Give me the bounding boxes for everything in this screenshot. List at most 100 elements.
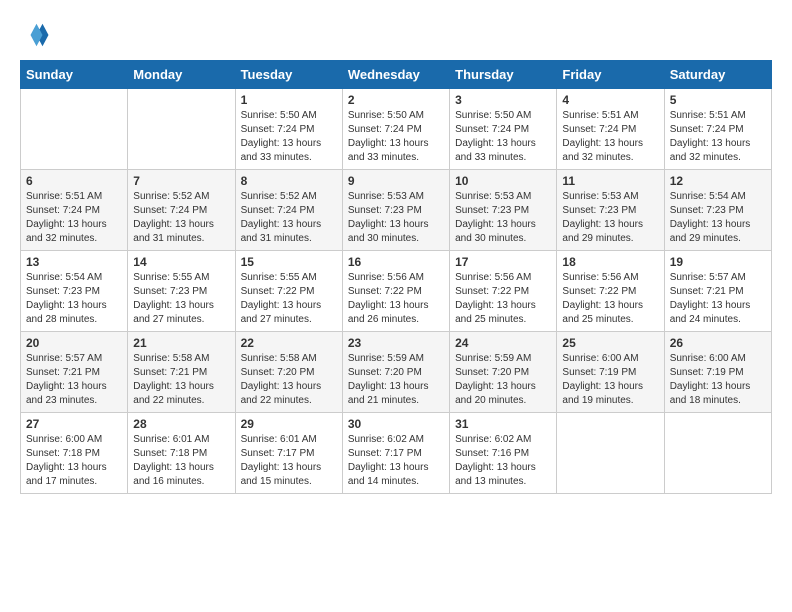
calendar-cell: [557, 413, 664, 494]
calendar-cell: 27 Sunrise: 6:00 AM Sunset: 7:18 PM Dayli…: [21, 413, 128, 494]
day-number: 31: [455, 417, 551, 431]
day-info: Sunrise: 5:50 AM Sunset: 7:24 PM Dayligh…: [455, 109, 551, 165]
weekday-header-wednesday: Wednesday: [342, 61, 449, 89]
calendar-cell: 16 Sunrise: 5:56 AM Sunset: 7:22 PM Dayli…: [342, 251, 449, 332]
weekday-row: SundayMondayTuesdayWednesdayThursdayFrid…: [21, 61, 772, 89]
day-info: Sunrise: 5:54 AM Sunset: 7:23 PM Dayligh…: [26, 271, 122, 327]
weekday-header-thursday: Thursday: [450, 61, 557, 89]
calendar-cell: [21, 89, 128, 170]
day-number: 30: [348, 417, 444, 431]
day-info: Sunrise: 5:55 AM Sunset: 7:23 PM Dayligh…: [133, 271, 229, 327]
day-info: Sunrise: 6:02 AM Sunset: 7:17 PM Dayligh…: [348, 433, 444, 489]
calendar-cell: 24 Sunrise: 5:59 AM Sunset: 7:20 PM Dayli…: [450, 332, 557, 413]
day-info: Sunrise: 5:53 AM Sunset: 7:23 PM Dayligh…: [348, 190, 444, 246]
day-info: Sunrise: 5:50 AM Sunset: 7:24 PM Dayligh…: [348, 109, 444, 165]
calendar-cell: 10 Sunrise: 5:53 AM Sunset: 7:23 PM Dayli…: [450, 170, 557, 251]
day-number: 17: [455, 255, 551, 269]
day-number: 22: [241, 336, 337, 350]
day-number: 25: [562, 336, 658, 350]
calendar-cell: 5 Sunrise: 5:51 AM Sunset: 7:24 PM Daylig…: [664, 89, 771, 170]
calendar-cell: [664, 413, 771, 494]
day-info: Sunrise: 5:59 AM Sunset: 7:20 PM Dayligh…: [455, 352, 551, 408]
day-number: 27: [26, 417, 122, 431]
day-number: 11: [562, 174, 658, 188]
calendar-cell: 25 Sunrise: 6:00 AM Sunset: 7:19 PM Dayli…: [557, 332, 664, 413]
day-info: Sunrise: 5:50 AM Sunset: 7:24 PM Dayligh…: [241, 109, 337, 165]
calendar-cell: 2 Sunrise: 5:50 AM Sunset: 7:24 PM Daylig…: [342, 89, 449, 170]
day-number: 13: [26, 255, 122, 269]
day-number: 24: [455, 336, 551, 350]
calendar-cell: 11Sunrise: 5:53 AM Sunset: 7:23 PM Dayli…: [557, 170, 664, 251]
calendar-cell: 7Sunrise: 5:52 AM Sunset: 7:24 PM Daylig…: [128, 170, 235, 251]
day-number: 8: [241, 174, 337, 188]
day-number: 29: [241, 417, 337, 431]
day-info: Sunrise: 5:51 AM Sunset: 7:24 PM Dayligh…: [670, 109, 766, 165]
day-info: Sunrise: 5:52 AM Sunset: 7:24 PM Dayligh…: [241, 190, 337, 246]
day-info: Sunrise: 5:51 AM Sunset: 7:24 PM Dayligh…: [26, 190, 122, 246]
calendar-week-2: 6 Sunrise: 5:51 AM Sunset: 7:24 PM Daylig…: [21, 170, 772, 251]
day-info: Sunrise: 5:59 AM Sunset: 7:20 PM Dayligh…: [348, 352, 444, 408]
calendar-cell: 1 Sunrise: 5:50 AM Sunset: 7:24 PM Daylig…: [235, 89, 342, 170]
calendar-week-3: 13 Sunrise: 5:54 AM Sunset: 7:23 PM Dayli…: [21, 251, 772, 332]
calendar-cell: 23Sunrise: 5:59 AM Sunset: 7:20 PM Dayli…: [342, 332, 449, 413]
day-info: Sunrise: 5:58 AM Sunset: 7:20 PM Dayligh…: [241, 352, 337, 408]
day-number: 16: [348, 255, 444, 269]
calendar-cell: 9 Sunrise: 5:53 AM Sunset: 7:23 PM Daylig…: [342, 170, 449, 251]
day-info: Sunrise: 5:53 AM Sunset: 7:23 PM Dayligh…: [455, 190, 551, 246]
calendar-cell: 12Sunrise: 5:54 AM Sunset: 7:23 PM Dayli…: [664, 170, 771, 251]
day-info: Sunrise: 5:54 AM Sunset: 7:23 PM Dayligh…: [670, 190, 766, 246]
calendar-table: SundayMondayTuesdayWednesdayThursdayFrid…: [20, 60, 772, 494]
calendar-cell: 31 Sunrise: 6:02 AM Sunset: 7:16 PM Dayli…: [450, 413, 557, 494]
calendar-week-5: 27 Sunrise: 6:00 AM Sunset: 7:18 PM Dayli…: [21, 413, 772, 494]
day-info: Sunrise: 5:56 AM Sunset: 7:22 PM Dayligh…: [348, 271, 444, 327]
day-number: 7: [133, 174, 229, 188]
day-info: Sunrise: 5:57 AM Sunset: 7:21 PM Dayligh…: [26, 352, 122, 408]
calendar-cell: 20 Sunrise: 5:57 AM Sunset: 7:21 PM Dayli…: [21, 332, 128, 413]
calendar-cell: 17 Sunrise: 5:56 AM Sunset: 7:22 PM Dayli…: [450, 251, 557, 332]
calendar-cell: 29Sunrise: 6:01 AM Sunset: 7:17 PM Dayli…: [235, 413, 342, 494]
day-number: 9: [348, 174, 444, 188]
calendar-cell: 3 Sunrise: 5:50 AM Sunset: 7:24 PM Daylig…: [450, 89, 557, 170]
day-number: 4: [562, 93, 658, 107]
weekday-header-tuesday: Tuesday: [235, 61, 342, 89]
calendar-header: SundayMondayTuesdayWednesdayThursdayFrid…: [21, 61, 772, 89]
calendar-cell: 21 Sunrise: 5:58 AM Sunset: 7:21 PM Dayli…: [128, 332, 235, 413]
calendar-cell: 30 Sunrise: 6:02 AM Sunset: 7:17 PM Dayli…: [342, 413, 449, 494]
day-info: Sunrise: 6:02 AM Sunset: 7:16 PM Dayligh…: [455, 433, 551, 489]
day-number: 14: [133, 255, 229, 269]
calendar-cell: 18Sunrise: 5:56 AM Sunset: 7:22 PM Dayli…: [557, 251, 664, 332]
day-info: Sunrise: 6:00 AM Sunset: 7:19 PM Dayligh…: [670, 352, 766, 408]
day-number: 15: [241, 255, 337, 269]
weekday-header-monday: Monday: [128, 61, 235, 89]
day-info: Sunrise: 5:51 AM Sunset: 7:24 PM Dayligh…: [562, 109, 658, 165]
day-number: 3: [455, 93, 551, 107]
weekday-header-saturday: Saturday: [664, 61, 771, 89]
calendar-cell: 6 Sunrise: 5:51 AM Sunset: 7:24 PM Daylig…: [21, 170, 128, 251]
calendar-cell: 28 Sunrise: 6:01 AM Sunset: 7:18 PM Dayli…: [128, 413, 235, 494]
day-number: 21: [133, 336, 229, 350]
day-info: Sunrise: 6:01 AM Sunset: 7:18 PM Dayligh…: [133, 433, 229, 489]
day-number: 10: [455, 174, 551, 188]
day-number: 19: [670, 255, 766, 269]
day-info: Sunrise: 6:00 AM Sunset: 7:19 PM Dayligh…: [562, 352, 658, 408]
day-number: 6: [26, 174, 122, 188]
calendar-cell: 22 Sunrise: 5:58 AM Sunset: 7:20 PM Dayli…: [235, 332, 342, 413]
day-info: Sunrise: 5:55 AM Sunset: 7:22 PM Dayligh…: [241, 271, 337, 327]
calendar-body: 1 Sunrise: 5:50 AM Sunset: 7:24 PM Daylig…: [21, 89, 772, 494]
logo-icon: [20, 20, 50, 50]
logo: [20, 20, 54, 50]
calendar-cell: 13 Sunrise: 5:54 AM Sunset: 7:23 PM Dayli…: [21, 251, 128, 332]
day-info: Sunrise: 5:56 AM Sunset: 7:22 PM Dayligh…: [455, 271, 551, 327]
day-info: Sunrise: 5:57 AM Sunset: 7:21 PM Dayligh…: [670, 271, 766, 327]
day-info: Sunrise: 5:58 AM Sunset: 7:21 PM Dayligh…: [133, 352, 229, 408]
calendar-cell: 15 Sunrise: 5:55 AM Sunset: 7:22 PM Dayli…: [235, 251, 342, 332]
day-info: Sunrise: 5:56 AM Sunset: 7:22 PM Dayligh…: [562, 271, 658, 327]
day-number: 20: [26, 336, 122, 350]
day-number: 28: [133, 417, 229, 431]
day-number: 2: [348, 93, 444, 107]
day-info: Sunrise: 6:00 AM Sunset: 7:18 PM Dayligh…: [26, 433, 122, 489]
page-header: [20, 20, 772, 50]
day-number: 5: [670, 93, 766, 107]
calendar-cell: 26Sunrise: 6:00 AM Sunset: 7:19 PM Dayli…: [664, 332, 771, 413]
day-number: 1: [241, 93, 337, 107]
